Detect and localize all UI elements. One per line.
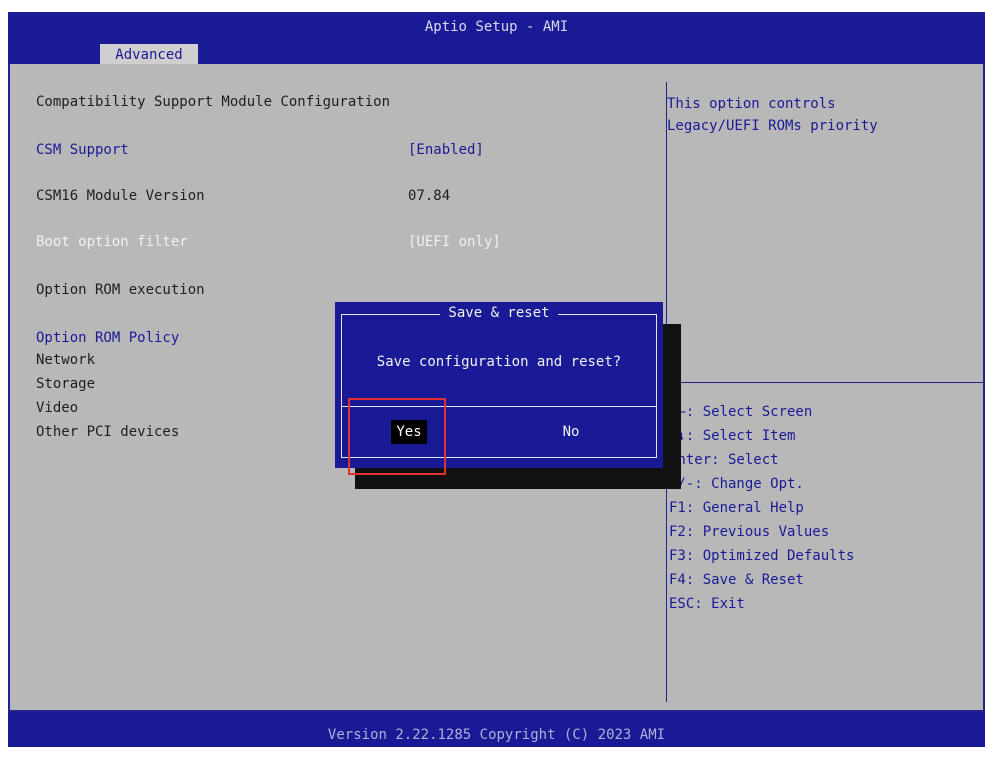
csm16-version-label: CSM16 Module Version bbox=[36, 188, 205, 204]
dialog-title: Save & reset bbox=[335, 305, 663, 321]
key-general-help: F1: General Help bbox=[669, 500, 804, 516]
help-text: This option controls Legacy/UEFI ROMs pr… bbox=[667, 96, 878, 134]
no-button[interactable]: No bbox=[551, 420, 591, 444]
key-select-item: ↑↓: Select Item bbox=[669, 428, 796, 444]
other-pci-devices-item[interactable]: Other PCI devices bbox=[36, 424, 179, 440]
yes-highlight-box bbox=[348, 398, 446, 475]
title-bar: Aptio Setup - AMI Advanced bbox=[8, 12, 985, 66]
version-footer: Version 2.22.1285 Copyright (C) 2023 AMI bbox=[8, 712, 985, 747]
key-enter-select: Enter: Select bbox=[669, 452, 779, 468]
network-item[interactable]: Network bbox=[36, 352, 95, 368]
option-rom-execution-heading: Option ROM execution bbox=[36, 282, 205, 298]
csm-support-label[interactable]: CSM Support bbox=[36, 142, 129, 158]
boot-option-filter-label[interactable]: Boot option filter bbox=[36, 234, 188, 250]
csm16-version-value: 07.84 bbox=[408, 188, 451, 204]
option-rom-policy-heading: Option ROM Policy bbox=[36, 330, 180, 346]
csm-support-value[interactable]: [Enabled] bbox=[408, 142, 484, 158]
key-optimized-defaults: F3: Optimized Defaults bbox=[669, 548, 855, 564]
storage-item[interactable]: Storage bbox=[36, 376, 95, 392]
video-item[interactable]: Video bbox=[36, 400, 78, 416]
key-legend: →←: Select Screen ↑↓: Select Item Enter:… bbox=[669, 400, 854, 616]
boot-option-filter-value[interactable]: [UEFI only] bbox=[408, 234, 501, 250]
dialog-message: Save configuration and reset? bbox=[376, 354, 622, 370]
key-previous-values: F2: Previous Values bbox=[669, 524, 830, 540]
app-title: Aptio Setup - AMI bbox=[424, 19, 569, 35]
section-title: Compatibility Support Module Configurati… bbox=[36, 94, 391, 110]
key-change-opt: +/-: Change Opt. bbox=[669, 476, 804, 492]
key-save-reset: F4: Save & Reset bbox=[669, 572, 804, 588]
key-exit: ESC: Exit bbox=[669, 596, 745, 612]
key-select-screen: →←: Select Screen bbox=[669, 404, 813, 420]
panel-divider-horizontal bbox=[667, 382, 983, 383]
tab-advanced[interactable]: Advanced bbox=[100, 44, 198, 66]
